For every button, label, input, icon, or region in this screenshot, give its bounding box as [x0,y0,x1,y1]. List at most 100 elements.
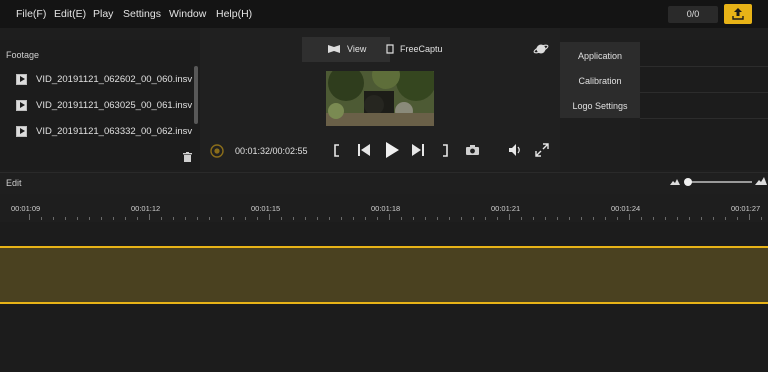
export-counter: 0/0 [668,6,718,23]
divider [640,66,768,67]
zoom-slider-track[interactable] [690,181,752,183]
ruler-tick [401,217,402,220]
video-file-icon [16,125,27,137]
view-icon [328,45,340,53]
footage-list-item[interactable]: VID_20191121_062602_00_060.insv [16,72,192,86]
ruler-tick [353,217,354,220]
menu-item-application[interactable]: Application [560,51,640,61]
menu-edit[interactable]: Edit(E) [54,8,86,20]
ruler-tick [101,217,102,220]
ruler-tick [245,217,246,220]
volume-icon[interactable] [508,143,523,157]
ruler-tick [413,217,414,220]
menu-item-calibration[interactable]: Calibration [560,76,640,86]
ruler-tick [209,217,210,220]
ruler-label: 00:01:18 [371,204,401,213]
ruler-tick [545,217,546,220]
ruler-tick [293,217,294,220]
ruler-tick [581,217,582,220]
camera-icon[interactable] [465,144,480,156]
footage-list-item[interactable]: VID_20191121_063025_00_061.insv [16,98,192,112]
ruler-tick [665,217,666,220]
menu-file[interactable]: File(F) [16,8,46,20]
ruler-tick [41,217,42,220]
ruler-tick [593,217,594,220]
ruler-tick [185,217,186,220]
ruler-tick [53,217,54,220]
freecapture-icon [386,44,394,54]
ruler-tick [269,214,270,220]
tab-view[interactable] [302,37,390,62]
crosshair-icon[interactable] [209,143,225,159]
menu-play[interactable]: Play [93,8,113,20]
ruler-tick [509,214,510,220]
divider [640,92,768,93]
menu-settings[interactable]: Settings [123,8,161,20]
ruler-tick [605,217,606,220]
ruler-tick [725,217,726,220]
menu-help[interactable]: Help(H) [216,8,252,20]
ruler-tick [497,217,498,220]
zoom-in-icon[interactable] [755,176,767,185]
video-file-icon [16,73,27,85]
file-name: VID_20191121_063025_00_061.insv [36,99,193,111]
file-name: VID_20191121_063332_00_062.insv [36,125,193,137]
menu-item-logo-settings[interactable]: Logo Settings [560,101,640,111]
footage-list-item[interactable]: VID_20191121_063332_00_062.insv [16,124,192,138]
ruler-tick [113,217,114,220]
ruler-tick [329,217,330,220]
video-file-icon [16,99,27,111]
ruler-tick [533,217,534,220]
ruler-tick [761,217,762,220]
ruler-tick [629,214,630,220]
ruler-tick [257,217,258,220]
ruler-label: 00:01:15 [251,204,281,213]
tab-view-label: View [347,44,367,54]
ruler-tick [473,217,474,220]
menu-window[interactable]: Window [169,8,206,20]
ruler-tick [197,217,198,220]
ruler-label: 00:01:27 [731,204,761,213]
divider [640,118,768,119]
zoom-slider-thumb[interactable] [684,178,692,186]
planet-icon[interactable] [533,42,549,56]
previous-frame-icon[interactable] [357,143,371,157]
zoom-out-icon[interactable] [670,178,680,185]
play-icon[interactable] [384,141,400,159]
ruler-tick [689,217,690,220]
settings-dropdown: Application Calibration Logo Settings [560,42,640,118]
ruler-label: 00:01:09 [11,204,41,213]
edit-bar [0,172,768,194]
ruler-tick [65,217,66,220]
ruler-tick [137,217,138,220]
ruler-tick [149,214,150,220]
ruler-tick [449,217,450,220]
ruler-tick [77,217,78,220]
ruler-tick [461,217,462,220]
mark-out-icon[interactable] [441,144,449,157]
video-frame [326,71,434,126]
ruler-tick [281,217,282,220]
ruler-tick [653,217,654,220]
timeline-clip[interactable] [0,246,768,304]
ruler-tick [125,217,126,220]
footage-title: Footage [6,50,40,60]
next-frame-icon[interactable] [411,143,425,157]
ruler-tick [557,217,558,220]
upload-icon [732,8,744,20]
footage-scrollbar[interactable] [194,66,198,124]
ruler-tick [233,217,234,220]
mark-in-icon[interactable] [333,144,341,157]
ruler-tick [701,217,702,220]
fullscreen-icon[interactable] [535,143,549,157]
export-button[interactable] [724,4,752,24]
ruler-tick [677,217,678,220]
ruler-tick [173,217,174,220]
file-name: VID_20191121_062602_00_060.insv [36,73,193,85]
edit-title: Edit [6,178,22,188]
tab-freecapture[interactable]: FreeCaptu [400,44,443,54]
ruler-tick [425,217,426,220]
video-preview[interactable] [326,71,434,126]
ruler-tick [389,214,390,220]
trash-icon[interactable] [183,152,192,162]
